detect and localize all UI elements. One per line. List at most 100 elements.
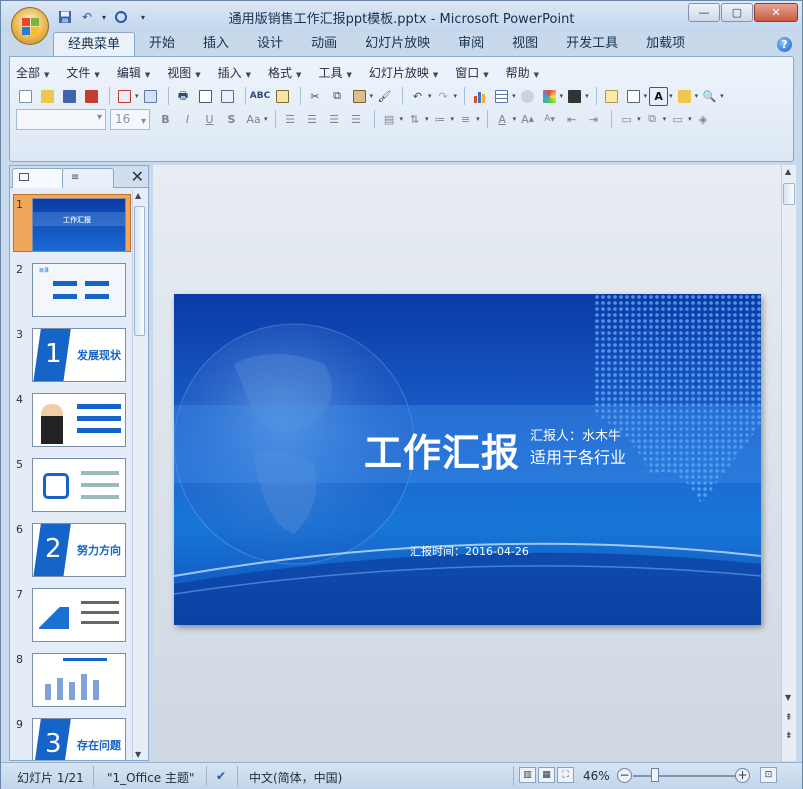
copy-icon[interactable]: ⧉ [328, 87, 347, 106]
chevron-down-icon[interactable]: ▾ [585, 92, 589, 100]
color-grayscale-icon[interactable] [540, 87, 559, 106]
chevron-down-icon[interactable]: ▾ [400, 115, 404, 123]
chevron-down-icon[interactable]: ▾ [428, 92, 432, 100]
menu-edit[interactable]: 编辑 ▼ [117, 64, 150, 81]
shapes-icon[interactable]: ▭ [617, 110, 636, 129]
chevron-down-icon[interactable]: ▾ [451, 115, 455, 123]
bold-icon[interactable]: B [156, 110, 175, 129]
reporter-text[interactable]: 汇报人：水木牛 [530, 425, 621, 444]
slide-thumbnail-9[interactable]: 3 存在问题 [32, 718, 126, 760]
tab-slides[interactable] [12, 168, 64, 188]
print-icon[interactable]: 🖶 [174, 87, 193, 106]
slide-thumbnail-6[interactable]: 2 努力方向 [32, 523, 126, 577]
maximize-button[interactable]: ▢ [721, 3, 753, 22]
slide-title[interactable]: 工作汇报 [364, 422, 520, 477]
menu-all[interactable]: 全部 ▼ [16, 64, 49, 81]
spelling-icon[interactable]: ABC [250, 87, 270, 106]
chevron-down-icon[interactable]: ▾ [370, 92, 374, 100]
zoom-out-icon[interactable]: − [617, 768, 632, 783]
undo-icon[interactable]: ↶ [408, 87, 427, 106]
fill-color-icon[interactable] [565, 87, 584, 106]
new-slide-icon[interactable] [602, 87, 621, 106]
theme-name[interactable]: "1_Office 主题" [107, 769, 195, 786]
scrollbar-thumb[interactable] [134, 206, 145, 336]
slide-thumbnail-2[interactable]: 目录 [32, 263, 126, 317]
align-right-icon[interactable]: ☰ [325, 110, 344, 129]
slide-thumbnail-1[interactable]: 工作汇报 [32, 198, 126, 252]
decrease-indent-icon[interactable]: ⇤ [562, 110, 581, 129]
insert-table-icon[interactable] [492, 87, 511, 106]
close-icon[interactable]: ✕ [131, 167, 144, 186]
find-icon[interactable]: 🔍 [700, 87, 719, 106]
bullets-icon[interactable]: ≡ [456, 110, 475, 129]
tab-add-ins[interactable]: 加载项 [632, 32, 699, 56]
chevron-down-icon[interactable]: ▾ [425, 115, 429, 123]
scroll-down-icon[interactable]: ▼ [785, 693, 791, 702]
thumbnails-scrollbar[interactable]: ▲ ▼ [132, 190, 146, 760]
font-size-combo[interactable]: 16 [110, 108, 150, 131]
folder-icon[interactable] [675, 87, 694, 106]
justify-icon[interactable]: ☰ [347, 110, 366, 129]
columns-icon[interactable]: ▤ [380, 110, 399, 129]
slide-thumbnail-7[interactable] [32, 588, 126, 642]
open-icon[interactable] [38, 87, 57, 106]
shape-fill-icon[interactable]: ◈ [694, 110, 713, 129]
shrink-font-icon[interactable]: A ▼ [540, 110, 559, 129]
scrollbar-thumb[interactable] [783, 183, 795, 205]
scroll-up-icon[interactable]: ▲ [785, 167, 791, 176]
email-icon[interactable] [115, 87, 134, 106]
tab-review[interactable]: 审阅 [444, 32, 498, 56]
next-slide-icon[interactable]: ⇟ [785, 731, 793, 741]
language-indicator[interactable]: 中文(简体，中国) [249, 769, 342, 786]
shadow-icon[interactable]: S [222, 110, 241, 129]
menu-window[interactable]: 窗口 ▼ [455, 64, 488, 81]
save-icon[interactable] [60, 87, 79, 106]
research-icon[interactable] [273, 87, 292, 106]
quick-styles-icon[interactable]: ▭ [668, 110, 687, 129]
slide-sorter-icon[interactable]: ▦ [538, 767, 555, 783]
chevron-down-icon[interactable]: ▾ [695, 92, 699, 100]
tab-slide-show[interactable]: 幻灯片放映 [351, 32, 444, 56]
slide-subtitle[interactable]: 适用于各行业 [530, 444, 626, 468]
current-slide[interactable]: 工作汇报 汇报人：水木牛 适用于各行业 汇报时间：2016-04-26 [174, 294, 761, 625]
spell-check-icon[interactable]: ✔ [216, 769, 226, 783]
italic-icon[interactable]: I [178, 110, 197, 129]
slide-thumbnail-8[interactable] [32, 653, 126, 707]
grow-font-icon[interactable]: A ▲ [518, 110, 537, 129]
chevron-down-icon[interactable]: ▾ [663, 115, 667, 123]
chevron-down-icon[interactable]: ▾ [513, 115, 517, 123]
redo-icon[interactable]: ↷ [434, 87, 453, 106]
align-center-icon[interactable]: ☰ [303, 110, 322, 129]
chevron-down-icon[interactable]: ▾ [720, 92, 724, 100]
text-box-icon[interactable]: A [649, 86, 669, 106]
report-date[interactable]: 汇报时间：2016-04-26 [410, 543, 529, 559]
slide-layout-icon[interactable] [624, 87, 643, 106]
font-name-combo[interactable] [16, 108, 106, 130]
chevron-down-icon[interactable]: ▾ [264, 115, 268, 123]
chevron-down-icon[interactable]: ▾ [454, 92, 458, 100]
permission-icon[interactable] [82, 87, 101, 106]
menu-view[interactable]: 视图 ▼ [167, 64, 200, 81]
chevron-down-icon[interactable]: ▾ [560, 92, 564, 100]
increase-indent-icon[interactable]: ⇥ [584, 110, 603, 129]
underline-icon[interactable]: U [200, 110, 219, 129]
arrange-icon[interactable]: ⧉ [643, 110, 662, 129]
align-left-icon[interactable]: ☰ [281, 110, 300, 129]
editor-scrollbar[interactable]: ▲ ▼ ⇞ ⇟ [781, 165, 796, 761]
slide-thumbnail-5[interactable] [32, 458, 126, 512]
format-painter-icon[interactable]: 🖌 [375, 87, 394, 106]
tab-outline[interactable]: ≡ [62, 168, 114, 188]
print-preview-icon[interactable] [196, 87, 215, 106]
chevron-down-icon[interactable]: ▾ [135, 92, 139, 100]
zoom-slider-thumb[interactable] [651, 768, 659, 782]
chevron-down-icon[interactable]: ▾ [512, 92, 516, 100]
tab-insert[interactable]: 插入 [189, 32, 243, 56]
chevron-down-icon[interactable]: ▾ [644, 92, 648, 100]
new-icon[interactable] [16, 87, 35, 106]
tab-developer[interactable]: 开发工具 [552, 32, 632, 56]
chevron-down-icon[interactable]: ▾ [476, 115, 480, 123]
publish-icon[interactable] [141, 87, 160, 106]
zoom-slider[interactable] [633, 775, 735, 777]
close-button[interactable]: ✕ [754, 3, 798, 22]
chevron-down-icon[interactable]: ▾ [669, 92, 673, 100]
